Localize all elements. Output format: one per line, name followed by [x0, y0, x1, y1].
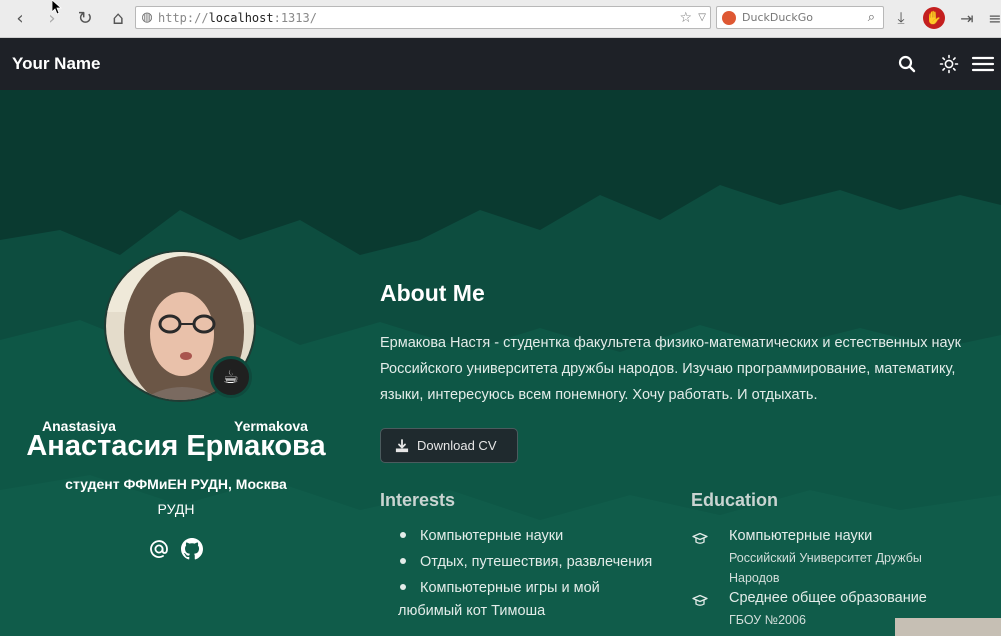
profile-role: студент ФФМиЕН РУДН, Москва	[65, 476, 287, 492]
download-cv-label: Download CV	[417, 438, 497, 453]
list-item-continued: любимый кот Тимоша	[398, 603, 546, 619]
reload-icon[interactable]: ↻	[73, 6, 97, 30]
url-dropdown-icon[interactable]: ▽	[698, 12, 706, 23]
profile-organization[interactable]: РУДН	[20, 501, 332, 517]
url-text: http://localhost:1313/	[158, 10, 317, 25]
profile-name: Анастасия Ермакова	[26, 430, 326, 462]
mouse-cursor-icon	[52, 0, 62, 14]
education-title: Education	[691, 490, 779, 510]
education-degree: Компьютерные науки	[729, 528, 873, 544]
list-item: Компьютерные науки	[398, 525, 563, 548]
status-badge: ☕	[210, 356, 252, 398]
site-brand[interactable]: Your Name	[12, 54, 101, 74]
education-institution: Российский Университет Дружбы Народов	[729, 551, 922, 585]
github-icon[interactable]	[181, 538, 203, 560]
theme-sun-icon[interactable]	[937, 52, 961, 76]
list-item: Отдых, путешествия, развлечения	[398, 551, 652, 574]
site-header: Your Name	[0, 38, 1001, 90]
email-icon[interactable]	[148, 538, 170, 560]
back-icon[interactable]: ‹	[8, 6, 32, 30]
search-icon[interactable]: ⌕	[868, 10, 875, 25]
download-cv-button[interactable]: Download CV	[380, 428, 518, 463]
ublock-icon[interactable]: ✋	[923, 7, 945, 29]
browser-toolbar: ‹ › ↻ ⌂ ◍ http://localhost:1313/ ☆ ▽ Duc…	[0, 0, 1001, 38]
sidebar-toggle-icon[interactable]: ⇥	[955, 6, 979, 30]
download-icon[interactable]: ⤓	[889, 6, 913, 30]
ublock-icon-wrap[interactable]: ✋	[922, 6, 946, 30]
graduation-cap-icon	[691, 592, 709, 610]
hamburger-menu-icon[interactable]	[971, 52, 995, 76]
about-bio: Ермакова Настя - студентка факультета фи…	[380, 335, 962, 403]
duckduckgo-icon	[722, 10, 736, 25]
search-bar[interactable]: DuckDuckGo ⌕	[716, 6, 884, 29]
interests-title: Interests	[380, 490, 456, 510]
list-item: Компьютерные игры и мой	[398, 577, 600, 600]
download-icon	[395, 438, 409, 453]
education-degree: Среднее общее образование	[729, 590, 927, 606]
bookmark-star-icon[interactable]: ☆	[679, 10, 692, 26]
url-bar[interactable]: ◍ http://localhost:1313/ ☆ ▽	[135, 6, 711, 29]
globe-icon: ◍	[141, 10, 153, 25]
home-icon[interactable]: ⌂	[106, 6, 130, 30]
menu-icon[interactable]: ≡	[983, 6, 1001, 30]
search-icon[interactable]	[895, 52, 919, 76]
overlay-thumbnail	[895, 618, 1001, 636]
graduation-cap-icon	[691, 530, 709, 548]
about-title: About Me	[380, 280, 485, 306]
search-placeholder: DuckDuckGo	[742, 11, 813, 24]
